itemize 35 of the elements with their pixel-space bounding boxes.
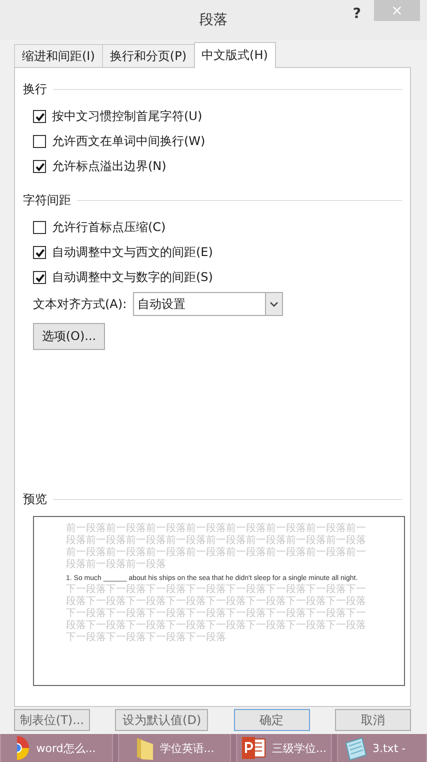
caret-icon [270,302,278,306]
tab[interactable]: 中文版式(H) [194,42,276,68]
checkbox[interactable] [33,110,46,123]
alignment-dropdown[interactable]: 自动设置 [132,292,283,316]
checkbox-label: 自动调整中文与数字的间距(S) [52,269,213,286]
checkbox-label: 允许行首标点压缩(C) [52,219,166,236]
section-heading: 预览 [23,491,47,508]
section-heading: 字符间距 [23,192,71,209]
dialog-button[interactable]: 取消 [334,709,411,731]
browser-icon [17,735,32,761]
checkbox[interactable] [33,221,46,234]
checkbox-label: 自动调整中文与西文的间距(E) [52,244,213,261]
checkbox[interactable] [33,246,46,259]
checkbox[interactable] [33,135,46,148]
folder-icon [134,735,155,761]
options-button[interactable]: 选项(O)... [33,323,105,350]
dialog-button[interactable]: 设为默认值(D) [115,709,208,731]
dialog-button[interactable]: 制表位(T)... [14,709,90,731]
checkbox[interactable] [33,160,46,173]
taskbar-button[interactable]: word怎么... [0,734,113,762]
tab[interactable]: 缩进和间距(I) [14,44,103,67]
taskbar-button[interactable]: 学位英语... [118,734,231,762]
presentation-icon [241,735,267,761]
preview-text: 下一段落下一段落下一段落下一段落下一段落下一段落下一段落下一段落下一段落下一段落下一段落下一段落下一段落下一段落下一段落下一段落下一段落下一段落下一段落下一段落下一段落下一段落下一段落下一段落下一段落下一段落下一段落下一段落下一段落下一段落下一段落下一段落下一段落下一段落 [66,584,367,644]
checkbox-label: 允许西文在单词中间换行(W) [52,133,206,150]
field-label: 文本对齐方式(A): [33,296,127,312]
checkbox-label: 按中文习惯控制首尾字符(U) [52,108,202,125]
help-button[interactable]: ? [348,6,365,22]
checkbox-label: 允许标点溢出边界(N) [52,158,166,175]
taskbar-button[interactable]: 三级学位... [236,734,332,762]
preview-text: 前一段落前一段落前一段落前一段落前一段落前一段落前一段落前一段落前一段落前一段落前一段落前一段落前一段落前一段落前一段落前一段落前一段落前一段落前一段落前一段落前一段落前一段落前一段落前一段落前一段落 [66,523,367,571]
checkbox[interactable] [33,271,46,284]
section-heading: 换行 [23,81,47,98]
dialog-button[interactable]: 确定 [234,709,310,731]
window-title: 段落 [200,11,228,29]
